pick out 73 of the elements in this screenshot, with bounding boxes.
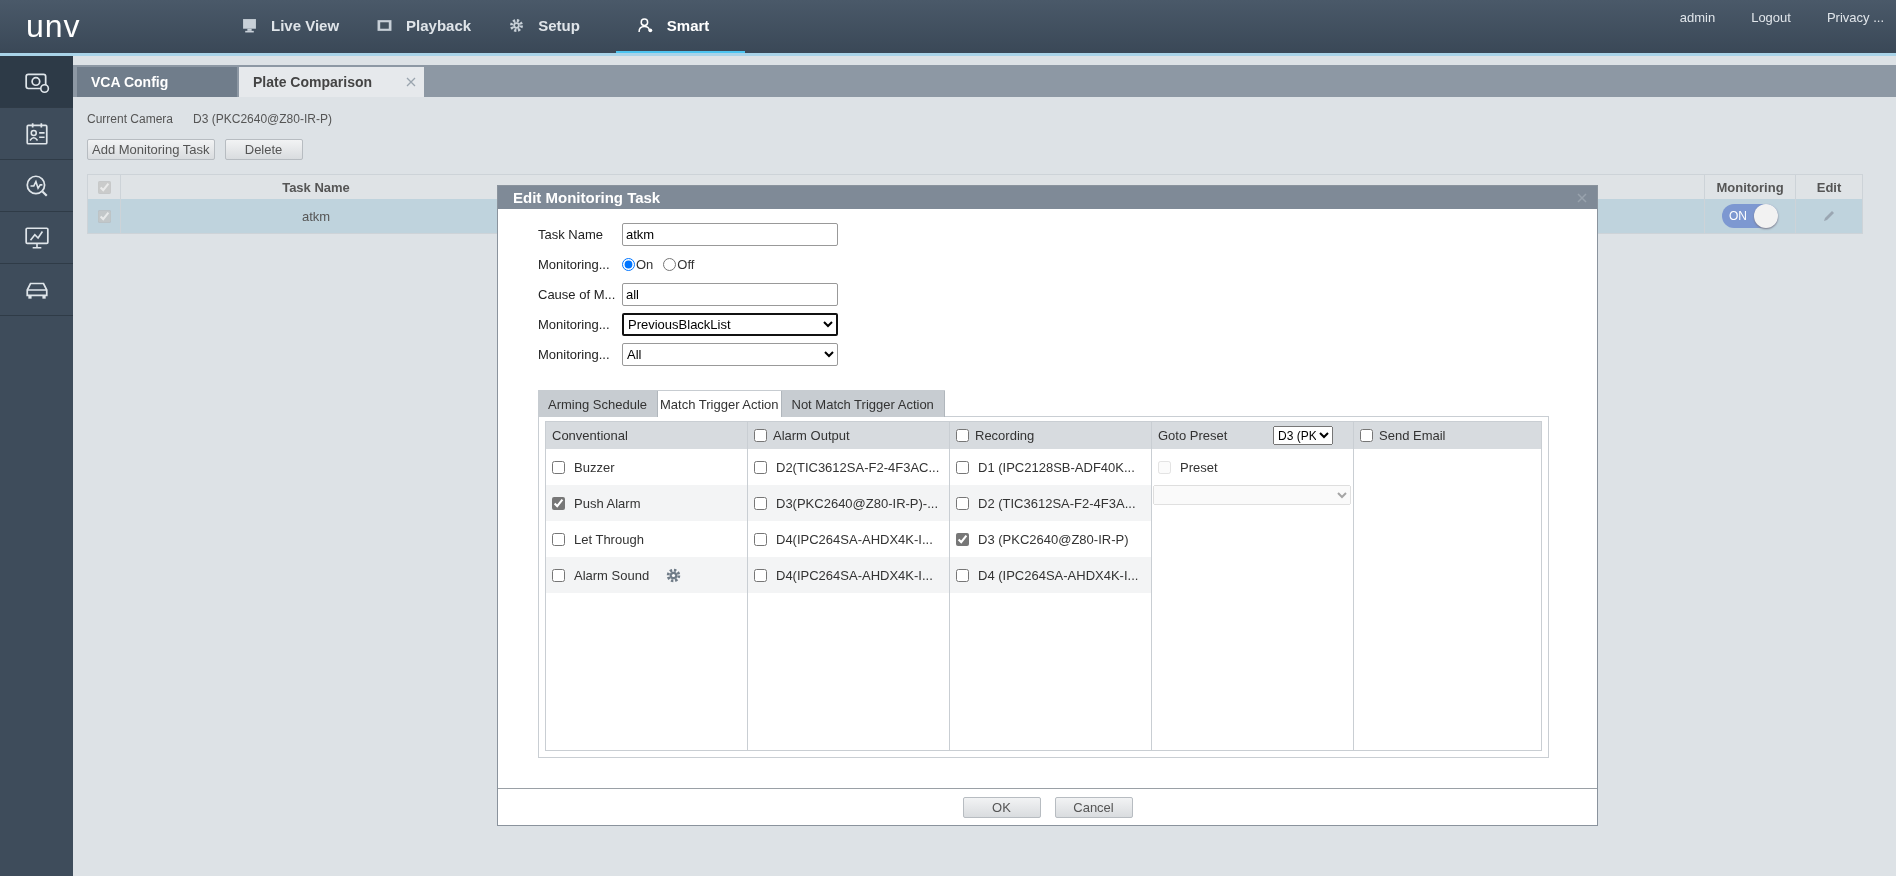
- dropdown[interactable]: D3 (PK: [1273, 426, 1333, 445]
- field-label: Cause of M...: [538, 287, 617, 302]
- settings-icon[interactable]: [666, 567, 682, 583]
- film-icon: [377, 18, 393, 33]
- checkbox[interactable]: [956, 568, 969, 582]
- toolbar-button[interactable]: Add Monitoring Task: [87, 139, 215, 160]
- person-icon: [637, 18, 653, 33]
- checkbox[interactable]: [552, 532, 565, 546]
- chart-search-icon: [23, 172, 50, 199]
- dialog-button[interactable]: OK: [962, 796, 1041, 818]
- field-label: Monitoring...: [538, 347, 611, 362]
- column-header: Conventional: [552, 428, 628, 443]
- field-label: Monitoring...: [538, 317, 611, 332]
- dropdown[interactable]: All: [622, 343, 838, 366]
- checkbox[interactable]: [552, 460, 565, 474]
- checkbox[interactable]: [552, 568, 565, 582]
- checkbox-label: D4 (IPC264SA-AHDX4K-I...: [978, 567, 1139, 583]
- checkbox-label: D4(IPC264SA-AHDX4K-I...: [776, 531, 933, 547]
- checkbox-label: D3 (PKC2640@Z80-IR-P): [978, 531, 1129, 547]
- radio-option[interactable]: On: [622, 257, 654, 272]
- checkbox[interactable]: [956, 532, 969, 546]
- logo: unv: [25, 7, 82, 46]
- checkbox[interactable]: [956, 429, 969, 442]
- sidebar-item[interactable]: [0, 56, 73, 108]
- header-link[interactable]: admin: [1679, 10, 1716, 53]
- monitor-icon: [242, 18, 257, 33]
- column-header: Task Name: [281, 179, 351, 195]
- tab[interactable]: Match Trigger Action: [658, 391, 782, 417]
- checkbox[interactable]: [552, 496, 565, 510]
- column-header: Goto Preset: [1158, 428, 1228, 443]
- checkbox[interactable]: [754, 460, 767, 474]
- toolbar-button[interactable]: Delete: [224, 139, 303, 160]
- header-link[interactable]: Logout: [1751, 10, 1791, 53]
- checkbox[interactable]: [754, 429, 767, 442]
- checkbox-label: Alarm Sound: [574, 567, 650, 583]
- nav-tab[interactable]: Setup: [507, 0, 606, 53]
- field-label: Task Name: [538, 227, 605, 242]
- input-field[interactable]: atkm: [622, 223, 838, 246]
- camera-name: D3 (PKC2640@Z80-IR-P): [193, 112, 332, 126]
- dialog-button[interactable]: Cancel: [1054, 796, 1133, 818]
- checkbox[interactable]: [754, 496, 767, 510]
- table-cell: atkm: [301, 208, 331, 224]
- gear-icon: [509, 18, 525, 33]
- checkbox-label: Push Alarm: [574, 495, 641, 511]
- checkbox-label: Preset: [1180, 459, 1218, 475]
- nav-tab[interactable]: Live View: [240, 0, 366, 53]
- input-field[interactable]: all: [622, 283, 838, 306]
- checkbox[interactable]: [956, 460, 969, 474]
- checkbox-label: D1 (IPC2128SB-ADF40K...: [978, 459, 1135, 475]
- page-tab[interactable]: VCA Config: [77, 67, 237, 97]
- checkbox[interactable]: [956, 496, 969, 510]
- nav-tab[interactable]: Playback: [375, 0, 498, 53]
- checkbox-label: D3(PKC2640@Z80-IR-P)-...: [776, 495, 939, 511]
- dropdown[interactable]: PreviousBlackList: [622, 313, 838, 336]
- id-card-icon: [23, 120, 50, 147]
- header-link[interactable]: Privacy ...: [1826, 10, 1884, 53]
- checkbox-label: Let Through: [574, 531, 644, 547]
- checkbox-label: D4(IPC264SA-AHDX4K-I...: [776, 567, 933, 583]
- monitor-chart-icon: [23, 224, 50, 251]
- checkbox-label: D2 (TIC3612SA-F2-4F3A...: [978, 495, 1136, 511]
- radio-option[interactable]: Off: [663, 257, 695, 272]
- checkbox-label: D2(TIC3612SA-F2-4F3AC...: [776, 459, 940, 475]
- page-tab[interactable]: Plate Comparison: [239, 67, 424, 97]
- field-label: Monitoring...: [538, 257, 611, 272]
- camera-label: Current Camera: [87, 112, 174, 126]
- dialog-title: Edit Monitoring Task: [513, 189, 661, 206]
- checkbox[interactable]: [754, 532, 767, 546]
- checkbox[interactable]: [1360, 429, 1373, 442]
- checkbox[interactable]: [754, 568, 767, 582]
- column-header: Send Email: [1379, 428, 1446, 443]
- column-header: Recording: [975, 428, 1035, 443]
- checkbox-label: Buzzer: [574, 459, 615, 475]
- column-header: Alarm Output: [773, 428, 850, 443]
